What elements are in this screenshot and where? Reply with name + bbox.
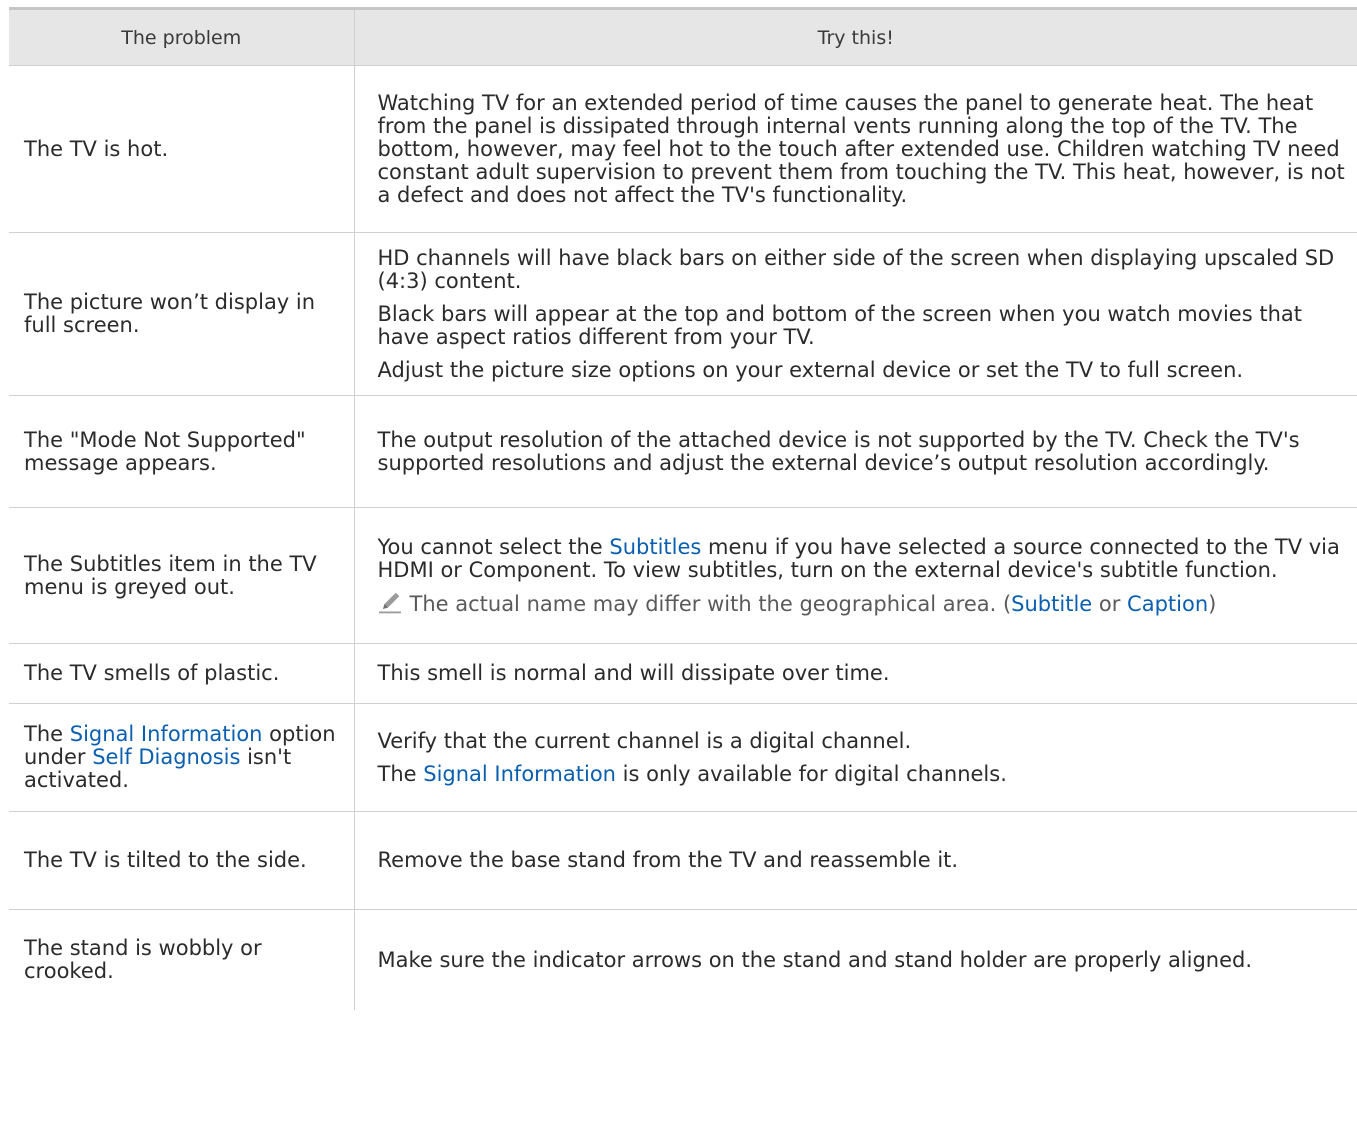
solution-text: is only available for digital channels. — [615, 761, 1007, 786]
problem-cell: The TV smells of plastic. — [9, 643, 355, 704]
problem-cell: The picture won’t display in full screen… — [9, 232, 355, 396]
solution-cell: Verify that the current channel is a dig… — [354, 703, 1357, 812]
solution-text: The — [377, 761, 424, 786]
solution-cell: HD channels will have black bars on eith… — [354, 232, 1357, 396]
solution-paragraph: HD channels will have black bars on eith… — [377, 245, 1335, 293]
solution-paragraph: You cannot select the Subtitles menu if … — [377, 534, 1348, 582]
table-row: The Subtitles item in the TV menu is gre… — [9, 507, 1357, 644]
table-row: The stand is wobbly or crooked. Make sur… — [9, 909, 1357, 1010]
problem-cell: The stand is wobbly or crooked. — [9, 909, 355, 1010]
problem-cell: The TV is tilted to the side. — [9, 811, 355, 910]
note-text: or — [1092, 591, 1128, 616]
table-row: The Signal Information option under Self… — [9, 703, 1357, 812]
problem-text: The — [24, 722, 70, 746]
solution-text: You cannot select the — [377, 534, 610, 559]
solution-paragraph: Verify that the current channel is a dig… — [377, 728, 912, 753]
table-row: The picture won’t display in full screen… — [9, 232, 1357, 396]
table-row: The TV is tilted to the side. Remove the… — [9, 811, 1357, 910]
table-row: The TV is hot. Watching TV for an extend… — [9, 65, 1357, 233]
subtitles-menu-link[interactable]: Subtitles — [609, 535, 701, 559]
troubleshooting-table: The problem Try this! The TV is hot. Wat… — [9, 7, 1357, 1010]
table-row: The TV smells of plastic. This smell is … — [9, 643, 1357, 704]
pencil-icon — [378, 592, 401, 613]
header-try-this: Try this! — [354, 7, 1357, 66]
problem-cell: The TV is hot. — [9, 65, 355, 233]
solution-cell: You cannot select the Subtitles menu if … — [354, 507, 1357, 644]
solution-cell: This smell is normal and will dissipate … — [354, 643, 1357, 704]
problem-cell: The Subtitles item in the TV menu is gre… — [9, 507, 355, 644]
table-row: The "Mode Not Supported" message appears… — [9, 395, 1357, 508]
note-paragraph: The actual name may differ with the geog… — [378, 592, 1348, 616]
note-text: The actual name may differ with the geog… — [409, 591, 1012, 616]
solution-cell: The output resolution of the attached de… — [354, 395, 1357, 508]
solution-paragraph: Black bars will appear at the top and bo… — [377, 301, 1302, 349]
caption-link[interactable]: Caption — [1127, 592, 1208, 616]
self-diagnosis-link[interactable]: Self Diagnosis — [92, 745, 240, 769]
table-header-row: The problem Try this! — [9, 7, 1357, 66]
solution-cell: Watching TV for an extended period of ti… — [354, 65, 1357, 233]
solution-cell: Remove the base stand from the TV and re… — [354, 811, 1357, 910]
solution-paragraph: The Signal Information is only available… — [377, 761, 1348, 786]
troubleshooting-page: The problem Try this! The TV is hot. Wat… — [0, 0, 1357, 1122]
problem-cell: The Signal Information option under Self… — [9, 703, 355, 812]
signal-information-link[interactable]: Signal Information — [70, 722, 263, 746]
problem-cell: The "Mode Not Supported" message appears… — [9, 395, 355, 508]
solution-cell: Make sure the indicator arrows on the st… — [377, 947, 1253, 972]
solution-paragraph: Adjust the picture size options on your … — [377, 357, 1244, 382]
header-problem: The problem — [9, 7, 355, 66]
note-text: ) — [1208, 591, 1217, 616]
subtitle-link[interactable]: Subtitle — [1011, 592, 1092, 616]
signal-information-link[interactable]: Signal Information — [423, 762, 616, 786]
